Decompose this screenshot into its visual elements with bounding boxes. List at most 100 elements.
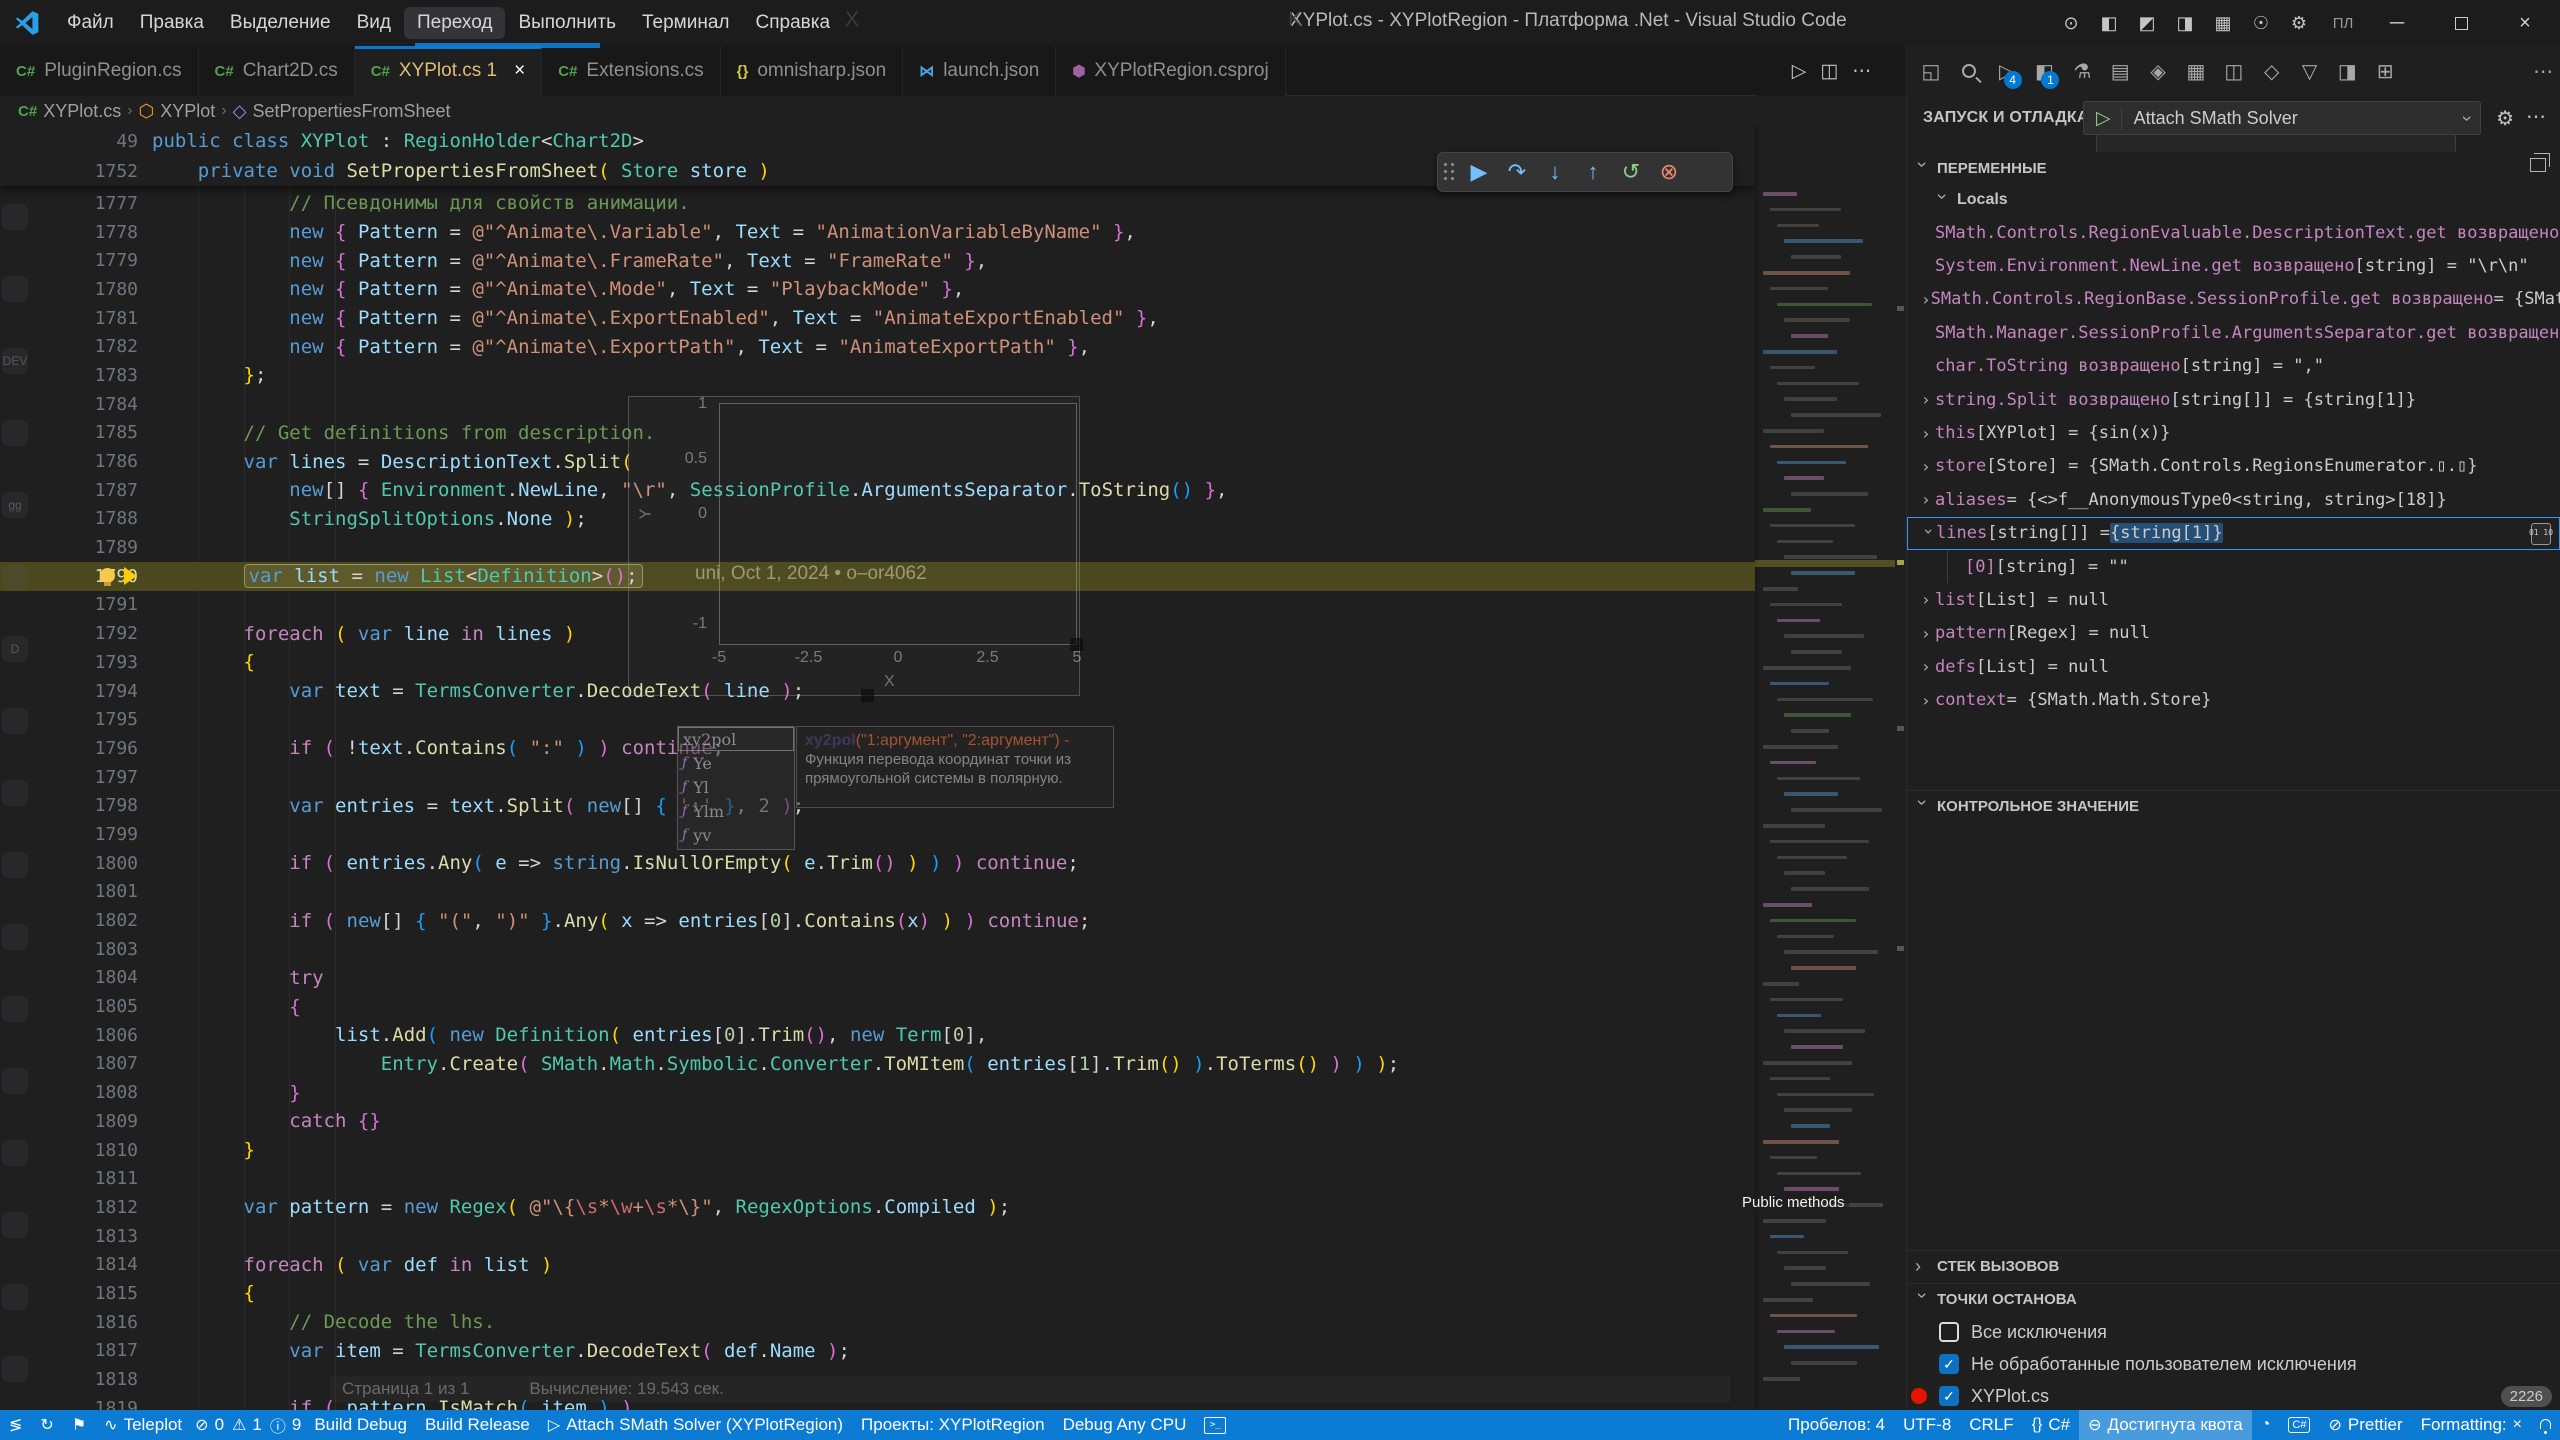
search-icon[interactable] bbox=[1952, 51, 1986, 91]
package-icon[interactable]: ◫ bbox=[2217, 51, 2251, 91]
step-into-button[interactable]: ↓ bbox=[1536, 155, 1574, 189]
code-line[interactable]: 1802 if ( new[] { "(", ")" }.Any( x => e… bbox=[0, 906, 1755, 935]
run-button[interactable]: ▷ bbox=[1792, 60, 1807, 83]
teleplot-item[interactable]: ∿Teleplot bbox=[95, 1410, 191, 1440]
breakpoint-checkbox[interactable]: ✓ bbox=[1939, 1386, 1959, 1406]
code-line[interactable]: 1783 }; bbox=[0, 361, 1755, 390]
variable-row-lines[interactable]: ›lines [string[]] = {string[1]}01 10 bbox=[1907, 517, 2560, 550]
menu-Терминал[interactable]: Терминал bbox=[629, 7, 743, 39]
build-release-item[interactable]: Build Release bbox=[416, 1410, 539, 1440]
code-line[interactable]: 1778 new { Pattern = @"^Animate\.Variabl… bbox=[0, 218, 1755, 247]
panel-more-icon[interactable]: ⋯ bbox=[2526, 104, 2546, 129]
breakpoint-checkbox[interactable] bbox=[1939, 1322, 1959, 1342]
code-line[interactable]: 1780 new { Pattern = @"^Animate\.Mode", … bbox=[0, 275, 1755, 304]
terminal-item[interactable]: >_ bbox=[1195, 1410, 1235, 1440]
quota-item[interactable]: ⊖Достигнута квота bbox=[2079, 1410, 2252, 1440]
variable-row-charToString[interactable]: char.ToString возвращено [string] = "," bbox=[1907, 350, 2560, 383]
code-line[interactable]: 1787 new[] { Environment.NewLine, "\r", … bbox=[0, 476, 1755, 505]
step-out-button[interactable]: ↑ bbox=[1574, 155, 1612, 189]
errors-item[interactable]: ⊘0 bbox=[191, 1410, 228, 1440]
menu-Выполнить[interactable]: Выполнить bbox=[505, 7, 629, 39]
code-line[interactable]: 1786 var lines = DescriptionText.Split( bbox=[0, 447, 1755, 476]
restore-panel-icon[interactable] bbox=[2530, 158, 2546, 172]
extensions-icon[interactable]: ◧1 bbox=[2028, 51, 2062, 91]
code-line[interactable]: 1805 { bbox=[0, 992, 1755, 1021]
launch-flag-icon[interactable]: ⚑ bbox=[63, 1410, 95, 1440]
variable-row-SMathControlsRegionEvalu[interactable]: SMath.Controls.RegionEvaluable.Descripti… bbox=[1907, 216, 2560, 249]
code-line[interactable]: 1788 StringSplitOptions.None ); bbox=[0, 505, 1755, 534]
code-line[interactable]: 1800 if ( entries.Any( e => string.IsNul… bbox=[0, 849, 1755, 878]
code-line[interactable]: 1795 bbox=[0, 705, 1755, 734]
breadcrumb-file[interactable]: XYPlot.cs bbox=[43, 101, 121, 122]
clipboard-icon[interactable]: ▤ bbox=[2103, 51, 2137, 91]
tab-launch-json[interactable]: ⋈launch.json bbox=[903, 46, 1056, 96]
code-line[interactable]: 1808 } bbox=[0, 1078, 1755, 1107]
code-line[interactable]: 1797 bbox=[0, 763, 1755, 792]
menu-Выделение[interactable]: Выделение bbox=[217, 7, 344, 39]
layout-icon[interactable]: ◨ bbox=[2330, 51, 2364, 91]
expand-chevron-icon[interactable]: › bbox=[1921, 691, 1935, 710]
customize-layout-icon[interactable]: ▦ bbox=[2204, 6, 2242, 40]
code-line[interactable]: 1793 { bbox=[0, 648, 1755, 677]
filter-icon[interactable]: ▽ bbox=[2293, 51, 2327, 91]
line-number[interactable]: 1809 bbox=[0, 1111, 138, 1132]
watch-section-header[interactable]: ›КОНТРОЛЬНОЕ ЗНАЧЕНИЕ bbox=[1907, 790, 2560, 822]
expand-chevron-icon[interactable]: › bbox=[1921, 624, 1935, 643]
code-line[interactable]: 1813 bbox=[0, 1222, 1755, 1251]
flask-icon[interactable]: ⚗ bbox=[2065, 51, 2099, 91]
layout-sidebar-right-icon[interactable]: ◨ bbox=[2166, 6, 2204, 40]
line-number[interactable]: 1779 bbox=[0, 250, 138, 271]
csharp-ext-icon[interactable]: C# bbox=[2279, 1410, 2319, 1440]
code-line[interactable]: 1781 new { Pattern = @"^Animate\.ExportE… bbox=[0, 304, 1755, 333]
code-line[interactable]: 1798 var entries = text.Split( new[] { '… bbox=[0, 791, 1755, 820]
menu-Файл[interactable]: Файл bbox=[54, 7, 127, 39]
code-line[interactable]: 1789 bbox=[0, 533, 1755, 562]
tab-omnisharp-json[interactable]: {}omnisharp.json bbox=[721, 46, 904, 96]
code-line[interactable]: 1782 new { Pattern = @"^Animate\.ExportP… bbox=[0, 332, 1755, 361]
code-line[interactable]: 1801 bbox=[0, 878, 1755, 907]
projects-item[interactable]: Проекты: XYPlotRegion bbox=[852, 1410, 1054, 1440]
code-line[interactable]: 1812 var pattern = new Regex( @"\{\s*\w+… bbox=[0, 1193, 1755, 1222]
line-number[interactable]: 1752 bbox=[0, 161, 138, 182]
menu-Вид[interactable]: Вид bbox=[344, 7, 404, 39]
breadcrumb-method[interactable]: SetPropertiesFromSheet bbox=[252, 101, 450, 122]
code-line[interactable]: 1815 { bbox=[0, 1279, 1755, 1308]
minimap[interactable] bbox=[1755, 126, 1895, 1410]
line-number[interactable]: 1819 bbox=[0, 1398, 138, 1410]
breakpoint-row[interactable]: ✓XYPlot.cs2226 bbox=[1907, 1380, 2560, 1410]
code-line[interactable]: 1785 // Get definitions from description… bbox=[0, 419, 1755, 448]
code-line[interactable]: 1810 } bbox=[0, 1136, 1755, 1165]
layout-sidebar-left-icon[interactable]: ◧ bbox=[2090, 6, 2128, 40]
expand-chevron-icon[interactable]: › bbox=[1920, 526, 1939, 540]
disconnect-button[interactable]: ⊗ bbox=[1650, 155, 1688, 189]
drag-handle[interactable] bbox=[1442, 161, 1456, 183]
breakpoint-row[interactable]: Все исключения bbox=[1907, 1316, 2560, 1348]
code-line[interactable]: 1809 catch {} bbox=[0, 1107, 1755, 1136]
copilot-icon[interactable]: ⊙ bbox=[2052, 6, 2090, 40]
line-number[interactable]: 49 bbox=[0, 131, 138, 152]
menu-Переход[interactable]: Переход bbox=[404, 7, 505, 39]
debug-settings-gear-icon[interactable]: ⚙ bbox=[2496, 106, 2514, 131]
expand-chevron-icon[interactable]: › bbox=[1921, 590, 1935, 609]
remote-icon[interactable]: ≶ bbox=[0, 1410, 31, 1440]
menu-Правка[interactable]: Правка bbox=[127, 7, 217, 39]
table-icon[interactable]: ▦ bbox=[2179, 51, 2213, 91]
code-line[interactable]: 1796 if ( !text.Contains( ":" ) ) contin… bbox=[0, 734, 1755, 763]
code-line[interactable]: 1806 list.Add( new Definition( entries[0… bbox=[0, 1021, 1755, 1050]
tab-xyplotregion-csproj[interactable]: ⬢XYPlotRegion.csproj bbox=[1056, 46, 1285, 96]
line-number[interactable]: 1804 bbox=[0, 967, 138, 988]
account-icon[interactable]: ☉ bbox=[2242, 6, 2280, 40]
build-debug-item[interactable]: Build Debug bbox=[305, 1410, 416, 1440]
code-line[interactable]: 1784 bbox=[0, 390, 1755, 419]
code-line[interactable]: 1818 bbox=[0, 1365, 1755, 1394]
expand-chevron-icon[interactable]: › bbox=[1921, 490, 1935, 509]
sync-icon[interactable]: ↻ bbox=[31, 1410, 62, 1440]
warnings-item[interactable]: ⚠1 bbox=[228, 1410, 266, 1440]
code-line[interactable]: 1792 foreach ( var line in lines ) bbox=[0, 619, 1755, 648]
tab-pluginregion-cs[interactable]: C#PluginRegion.cs bbox=[0, 46, 199, 96]
code-line[interactable]: 1807 Entry.Create( SMath.Math.Symbolic.C… bbox=[0, 1050, 1755, 1079]
binary-view-icon[interactable]: 01 10 bbox=[2531, 523, 2551, 545]
line-number[interactable]: 1799 bbox=[0, 824, 138, 845]
tab-chart2d-cs[interactable]: C#Chart2D.cs bbox=[199, 46, 355, 96]
variable-row-[0][interactable]: [0] [string] = "" bbox=[1907, 550, 2560, 583]
